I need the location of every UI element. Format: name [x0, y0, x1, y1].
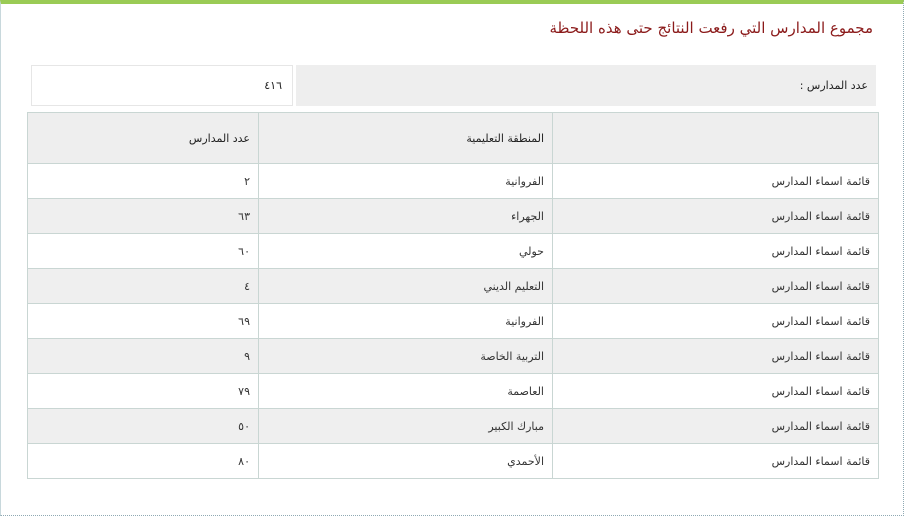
content-panel: مجموع المدارس التي رفعت النتائج حتى هذه …	[0, 0, 904, 516]
region-cell: الفروانية	[258, 303, 553, 339]
table-row: قائمة اسماء المدارس الجهراء ٦٣	[27, 198, 879, 234]
header-region-column: المنطقة التعليمية	[258, 112, 553, 164]
region-cell: التربية الخاصة	[258, 338, 553, 374]
region-cell: الأحمدي	[258, 443, 553, 479]
school-list-link[interactable]: قائمة اسماء المدارس	[552, 373, 879, 409]
count-cell: ٦٠	[27, 233, 259, 269]
school-count-row: عدد المدارس : ٤١٦	[31, 65, 876, 106]
school-list-link[interactable]: قائمة اسماء المدارس	[552, 408, 879, 444]
table-row: قائمة اسماء المدارس الفروانية ٦٩	[27, 303, 879, 339]
table-row: قائمة اسماء المدارس الأحمدي ٨٠	[27, 443, 879, 479]
school-count-value: ٤١٦	[31, 65, 293, 106]
school-list-link[interactable]: قائمة اسماء المدارس	[552, 163, 879, 199]
region-cell: الفروانية	[258, 163, 553, 199]
school-list-link[interactable]: قائمة اسماء المدارس	[552, 233, 879, 269]
count-cell: ٨٠	[27, 443, 259, 479]
table-row: قائمة اسماء المدارس العاصمة ٧٩	[27, 373, 879, 409]
count-cell: ٢	[27, 163, 259, 199]
school-list-link[interactable]: قائمة اسماء المدارس	[552, 338, 879, 374]
count-cell: ٦٩	[27, 303, 259, 339]
count-cell: ٧٩	[27, 373, 259, 409]
region-cell: الجهراء	[258, 198, 553, 234]
school-count-label: عدد المدارس :	[296, 65, 876, 106]
header-list-column	[552, 112, 879, 164]
count-cell: ٦٣	[27, 198, 259, 234]
region-cell: حولي	[258, 233, 553, 269]
school-list-link[interactable]: قائمة اسماء المدارس	[552, 198, 879, 234]
header-count-column: عدد المدارس	[27, 112, 259, 164]
table-row: قائمة اسماء المدارس التربية الخاصة ٩	[27, 338, 879, 374]
schools-by-region-table: المنطقة التعليمية عدد المدارس قائمة اسما…	[27, 112, 879, 479]
region-cell: التعليم الديني	[258, 268, 553, 304]
count-cell: ٩	[27, 338, 259, 374]
table-row: قائمة اسماء المدارس حولي ٦٠	[27, 233, 879, 269]
count-cell: ٥٠	[27, 408, 259, 444]
table-row: قائمة اسماء المدارس مبارك الكبير ٥٠	[27, 408, 879, 444]
region-cell: العاصمة	[258, 373, 553, 409]
school-list-link[interactable]: قائمة اسماء المدارس	[552, 303, 879, 339]
table-row: قائمة اسماء المدارس الفروانية ٢	[27, 163, 879, 199]
region-cell: مبارك الكبير	[258, 408, 553, 444]
count-cell: ٤	[27, 268, 259, 304]
table-row: قائمة اسماء المدارس التعليم الديني ٤	[27, 268, 879, 304]
table-header-row: المنطقة التعليمية عدد المدارس	[27, 112, 879, 164]
school-list-link[interactable]: قائمة اسماء المدارس	[552, 268, 879, 304]
page-title: مجموع المدارس التي رفعت النتائج حتى هذه …	[549, 19, 873, 37]
school-list-link[interactable]: قائمة اسماء المدارس	[552, 443, 879, 479]
